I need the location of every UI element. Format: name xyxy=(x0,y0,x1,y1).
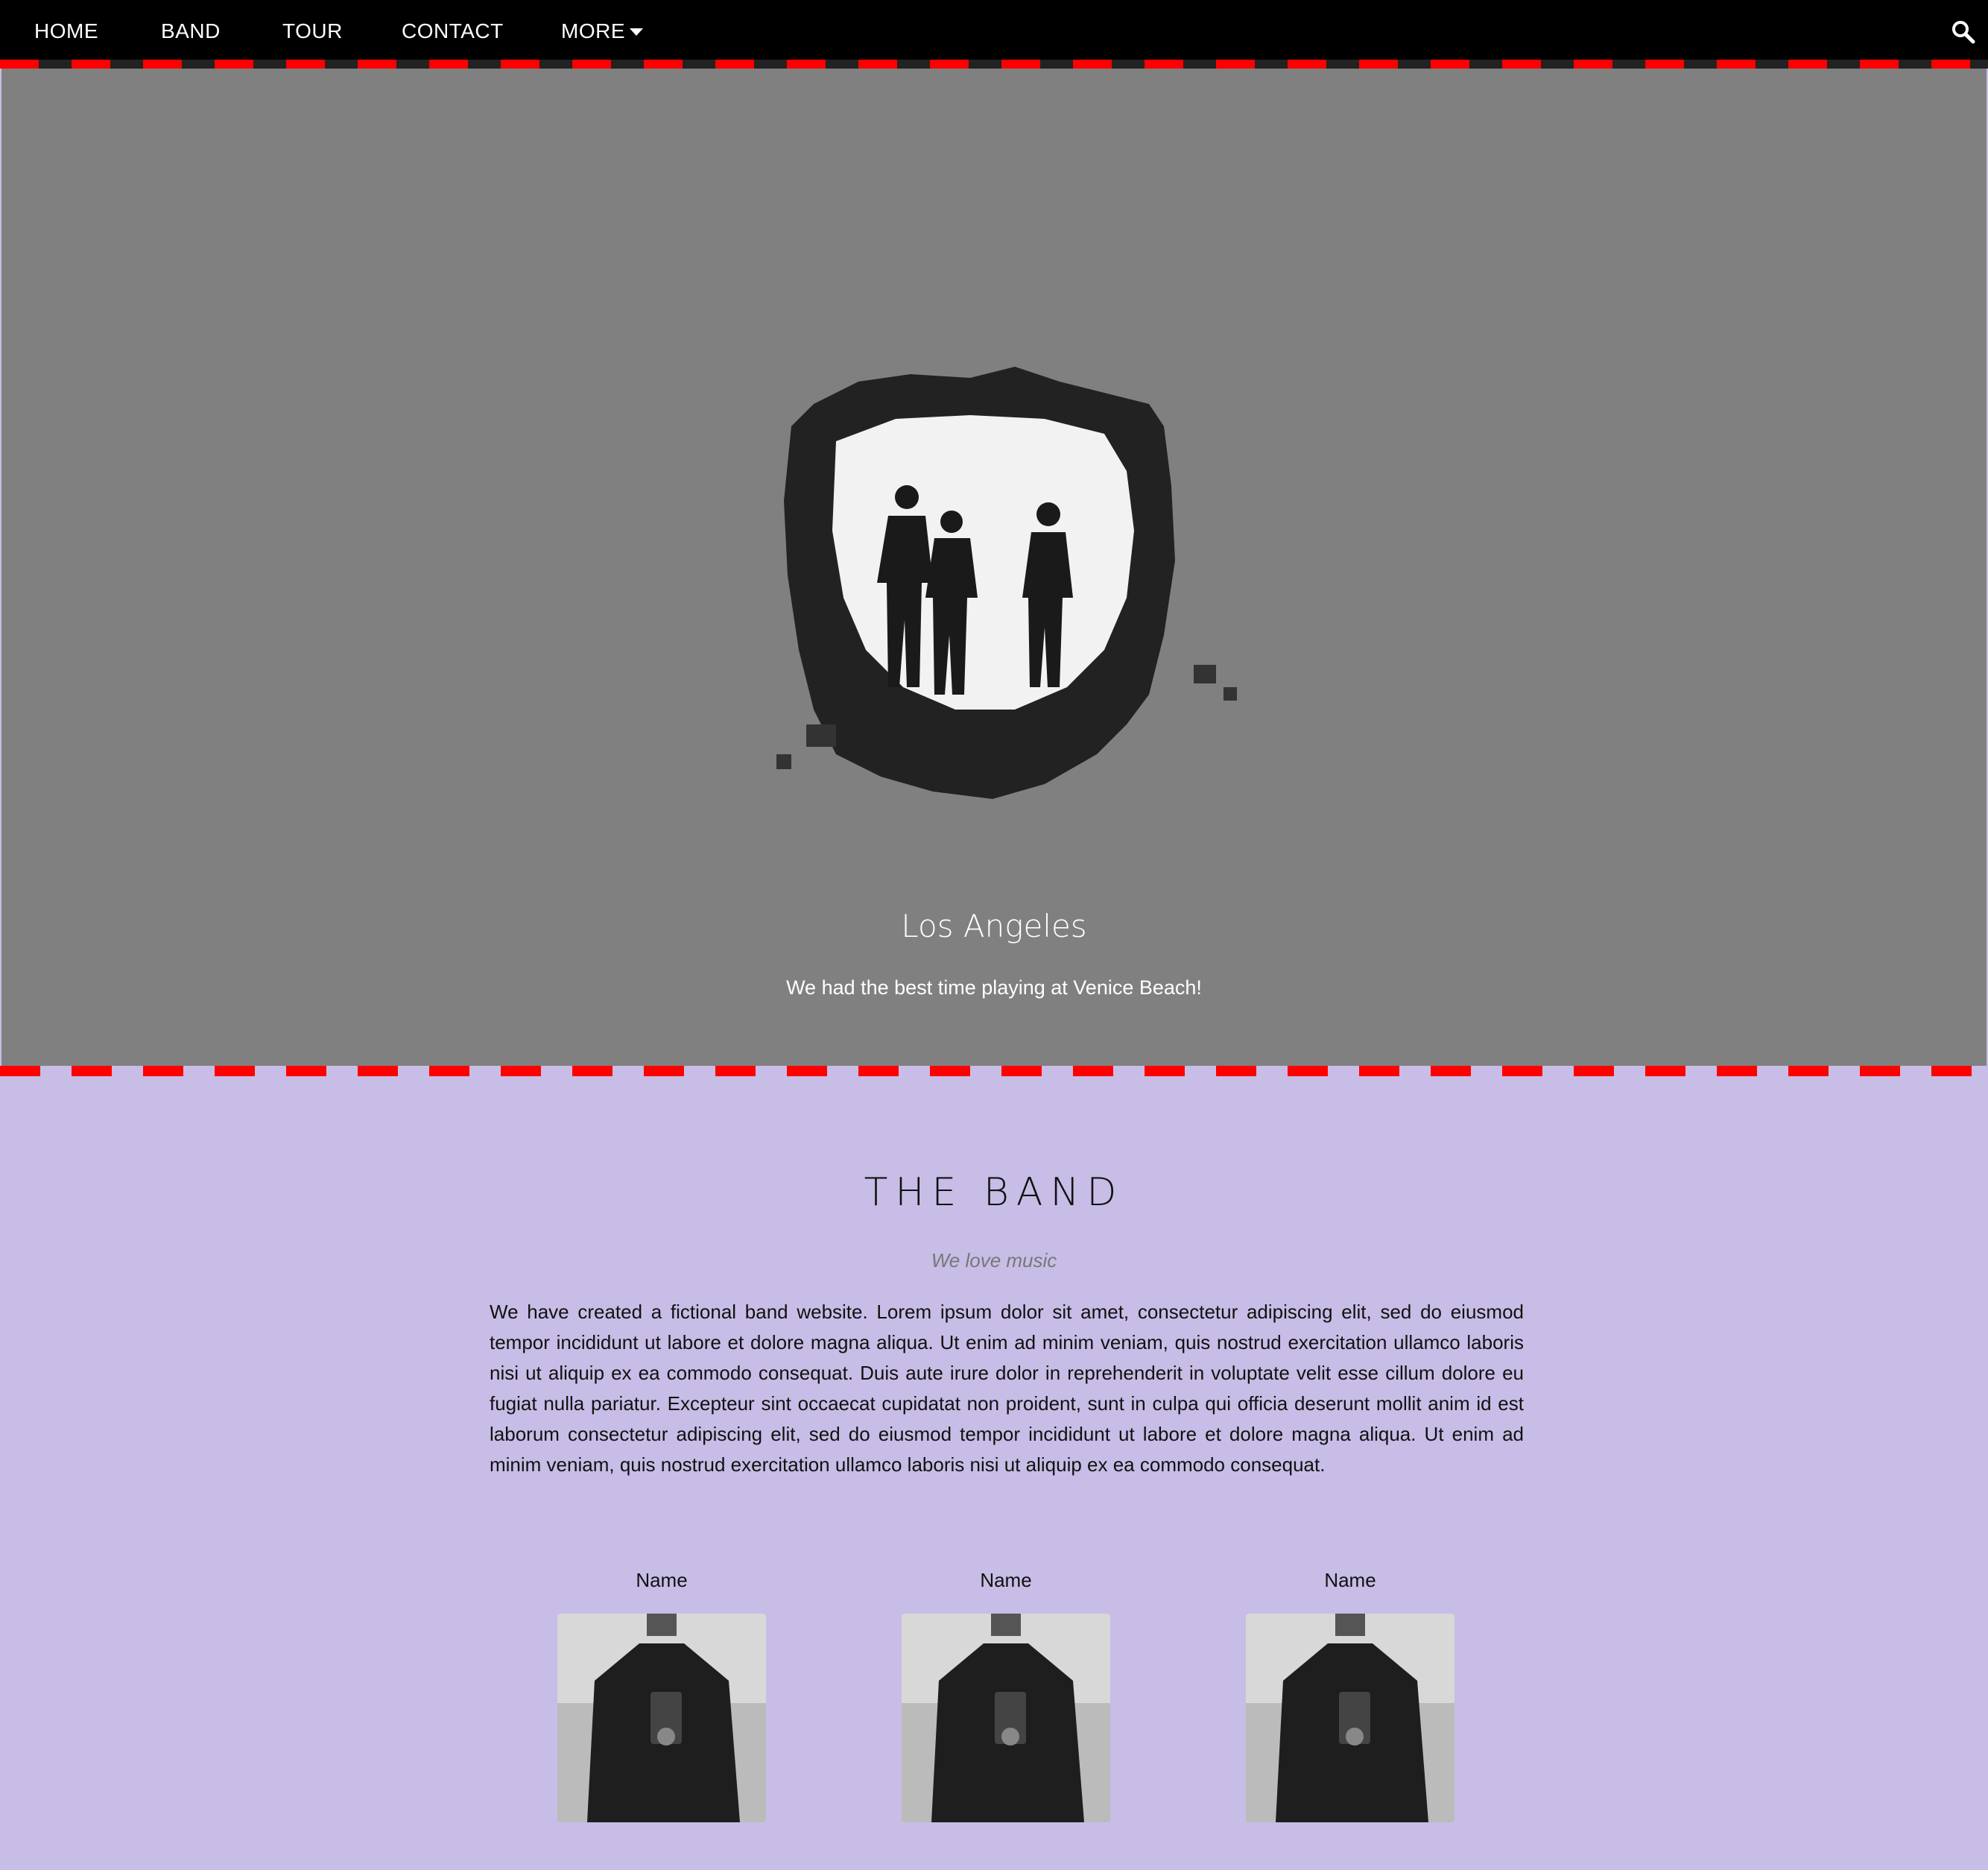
band-member-card: Name xyxy=(1246,1561,1454,1822)
hero-title: Los Angeles xyxy=(901,908,1087,944)
hero-carousel: Los Angeles We had the best time playing… xyxy=(1,69,1987,1067)
caret-down-icon xyxy=(630,28,643,36)
search-icon[interactable] xyxy=(1951,19,1976,45)
top-navbar: HOME BAND TOUR CONTACT MORE xyxy=(0,0,1988,63)
band-section-title: THE BAND xyxy=(864,1170,1124,1215)
nav-more-dropdown[interactable]: MORE xyxy=(561,0,643,63)
nav-tour-link[interactable]: TOUR xyxy=(282,0,343,63)
hero-divider-dashed xyxy=(0,1066,1988,1076)
member-photo[interactable] xyxy=(1246,1614,1454,1822)
member-name: Name xyxy=(636,1569,688,1591)
member-photo[interactable] xyxy=(557,1614,766,1822)
band-description: We have created a fictional band website… xyxy=(490,1301,1524,1476)
band-member-card: Name xyxy=(902,1561,1110,1822)
nav-more-label: MORE xyxy=(561,19,625,42)
hero-subtitle: We had the best time playing at Venice B… xyxy=(786,976,1202,999)
hero-image xyxy=(776,367,1237,799)
band-tagline: We love music xyxy=(931,1249,1057,1272)
nav-home-link[interactable]: HOME xyxy=(34,0,98,63)
member-photo[interactable] xyxy=(902,1614,1110,1822)
member-name: Name xyxy=(980,1569,1032,1591)
band-member-card: Name xyxy=(557,1561,766,1822)
nav-band-link[interactable]: BAND xyxy=(161,0,221,63)
nav-divider-dashed xyxy=(0,60,1988,69)
nav-contact-link[interactable]: CONTACT xyxy=(402,0,504,63)
member-name: Name xyxy=(1324,1569,1376,1591)
